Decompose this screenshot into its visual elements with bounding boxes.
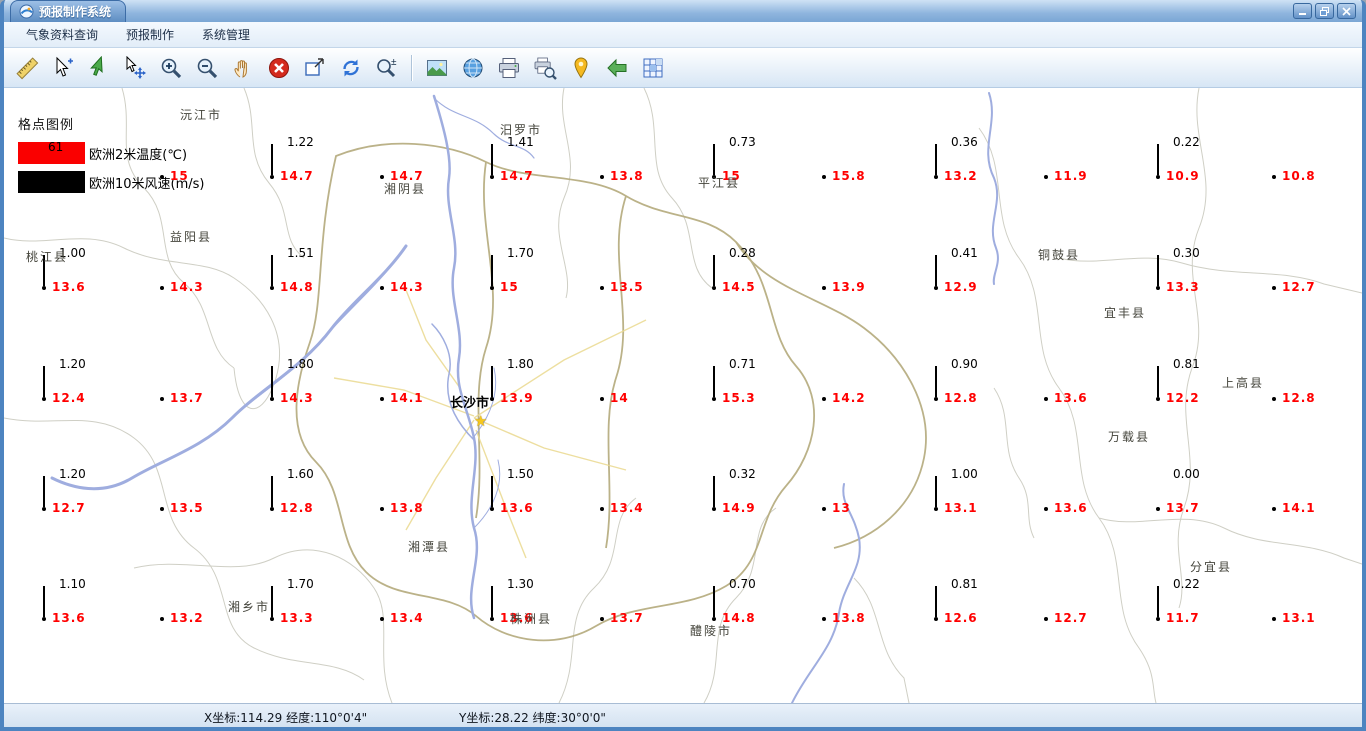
toolbar-separator	[411, 54, 413, 81]
status-bar: X坐标:114.29 经度:110°0'4" Y坐标:28.22 纬度:30°0…	[4, 703, 1362, 727]
app-icon	[19, 4, 34, 19]
map-label: 沅江市	[180, 108, 223, 122]
map-label: 湘潭县	[408, 540, 451, 554]
app-window: 预报制作系统 气象资料查询 预报制作 系统管理 ± 格点图例 欧洲2米温度(℃)…	[0, 0, 1366, 731]
map-label: 上高县	[1222, 376, 1265, 390]
zoom-in-icon[interactable]	[156, 53, 186, 83]
print-icon[interactable]	[494, 53, 524, 83]
title-tab: 预报制作系统	[10, 0, 127, 22]
map-label: 61	[48, 140, 64, 154]
map-label: 湘乡市	[228, 600, 271, 614]
city-label: 长沙市	[450, 396, 490, 411]
menu-item-weather-data-query[interactable]: 气象资料查询	[14, 22, 110, 47]
select-arrow-icon[interactable]	[48, 53, 78, 83]
move-select-icon[interactable]	[120, 53, 150, 83]
menu-item-system-management[interactable]: 系统管理	[190, 22, 262, 47]
status-y-coordinate: Y坐标:28.22 纬度:30°0'0"	[459, 711, 606, 725]
svg-text:±: ±	[391, 57, 397, 68]
title-bar[interactable]: 预报制作系统	[4, 0, 1362, 22]
restore-button[interactable]	[1315, 3, 1334, 19]
menu-bar: 气象资料查询 预报制作 系统管理	[4, 22, 1362, 48]
map-label: 平江县	[698, 176, 741, 190]
map-label: 益阳县	[170, 230, 213, 244]
map-label: 分宜县	[1190, 560, 1233, 574]
close-button[interactable]	[1337, 3, 1356, 19]
stop-icon[interactable]	[264, 53, 294, 83]
pan-hand-icon[interactable]	[228, 53, 258, 83]
grid-matrix-icon[interactable]	[638, 53, 668, 83]
map-label: 株洲县	[510, 612, 553, 626]
map-label: 醴陵市	[690, 624, 733, 638]
refresh-icon[interactable]	[336, 53, 366, 83]
minimize-button[interactable]	[1293, 3, 1312, 19]
image-icon[interactable]	[422, 53, 452, 83]
labels-layer: 沅江市汨罗市湘阴县 平江县益阳县桃江县 铜鼓县宜丰县上高县万载县 长沙市湘潭县分宜县湘…	[4, 88, 1362, 703]
map-label: 湘阴县	[384, 182, 427, 196]
globe-icon[interactable]	[458, 53, 488, 83]
map-canvas[interactable]: 格点图例 欧洲2米温度(℃) 欧洲10米风速(m/s) 15 1.22 14.7 14…	[4, 88, 1362, 703]
map-label: 桃江县	[26, 250, 69, 264]
map-label: 铜鼓县	[1038, 248, 1081, 262]
menu-item-forecast-production[interactable]: 预报制作	[114, 22, 186, 47]
changsha-star-icon: ★	[474, 412, 488, 430]
tool-bar: ±	[4, 48, 1362, 88]
window-title: 预报制作系统	[39, 5, 112, 19]
status-x-coordinate: X坐标:114.29 经度:110°0'4"	[204, 711, 368, 725]
zoom-out-icon[interactable]	[192, 53, 222, 83]
zoom-scale-icon[interactable]: ±	[372, 53, 402, 83]
map-label: 汨罗市	[500, 123, 543, 137]
map-label: 万载县	[1108, 430, 1151, 444]
select-green-arrow-icon[interactable]	[84, 53, 114, 83]
zoom-extent-icon[interactable]	[300, 53, 330, 83]
print-preview-icon[interactable]	[530, 53, 560, 83]
measure-icon[interactable]	[12, 53, 42, 83]
map-label: 宜丰县	[1104, 306, 1147, 320]
location-pin-icon[interactable]	[566, 53, 596, 83]
back-arrow-icon[interactable]	[602, 53, 632, 83]
